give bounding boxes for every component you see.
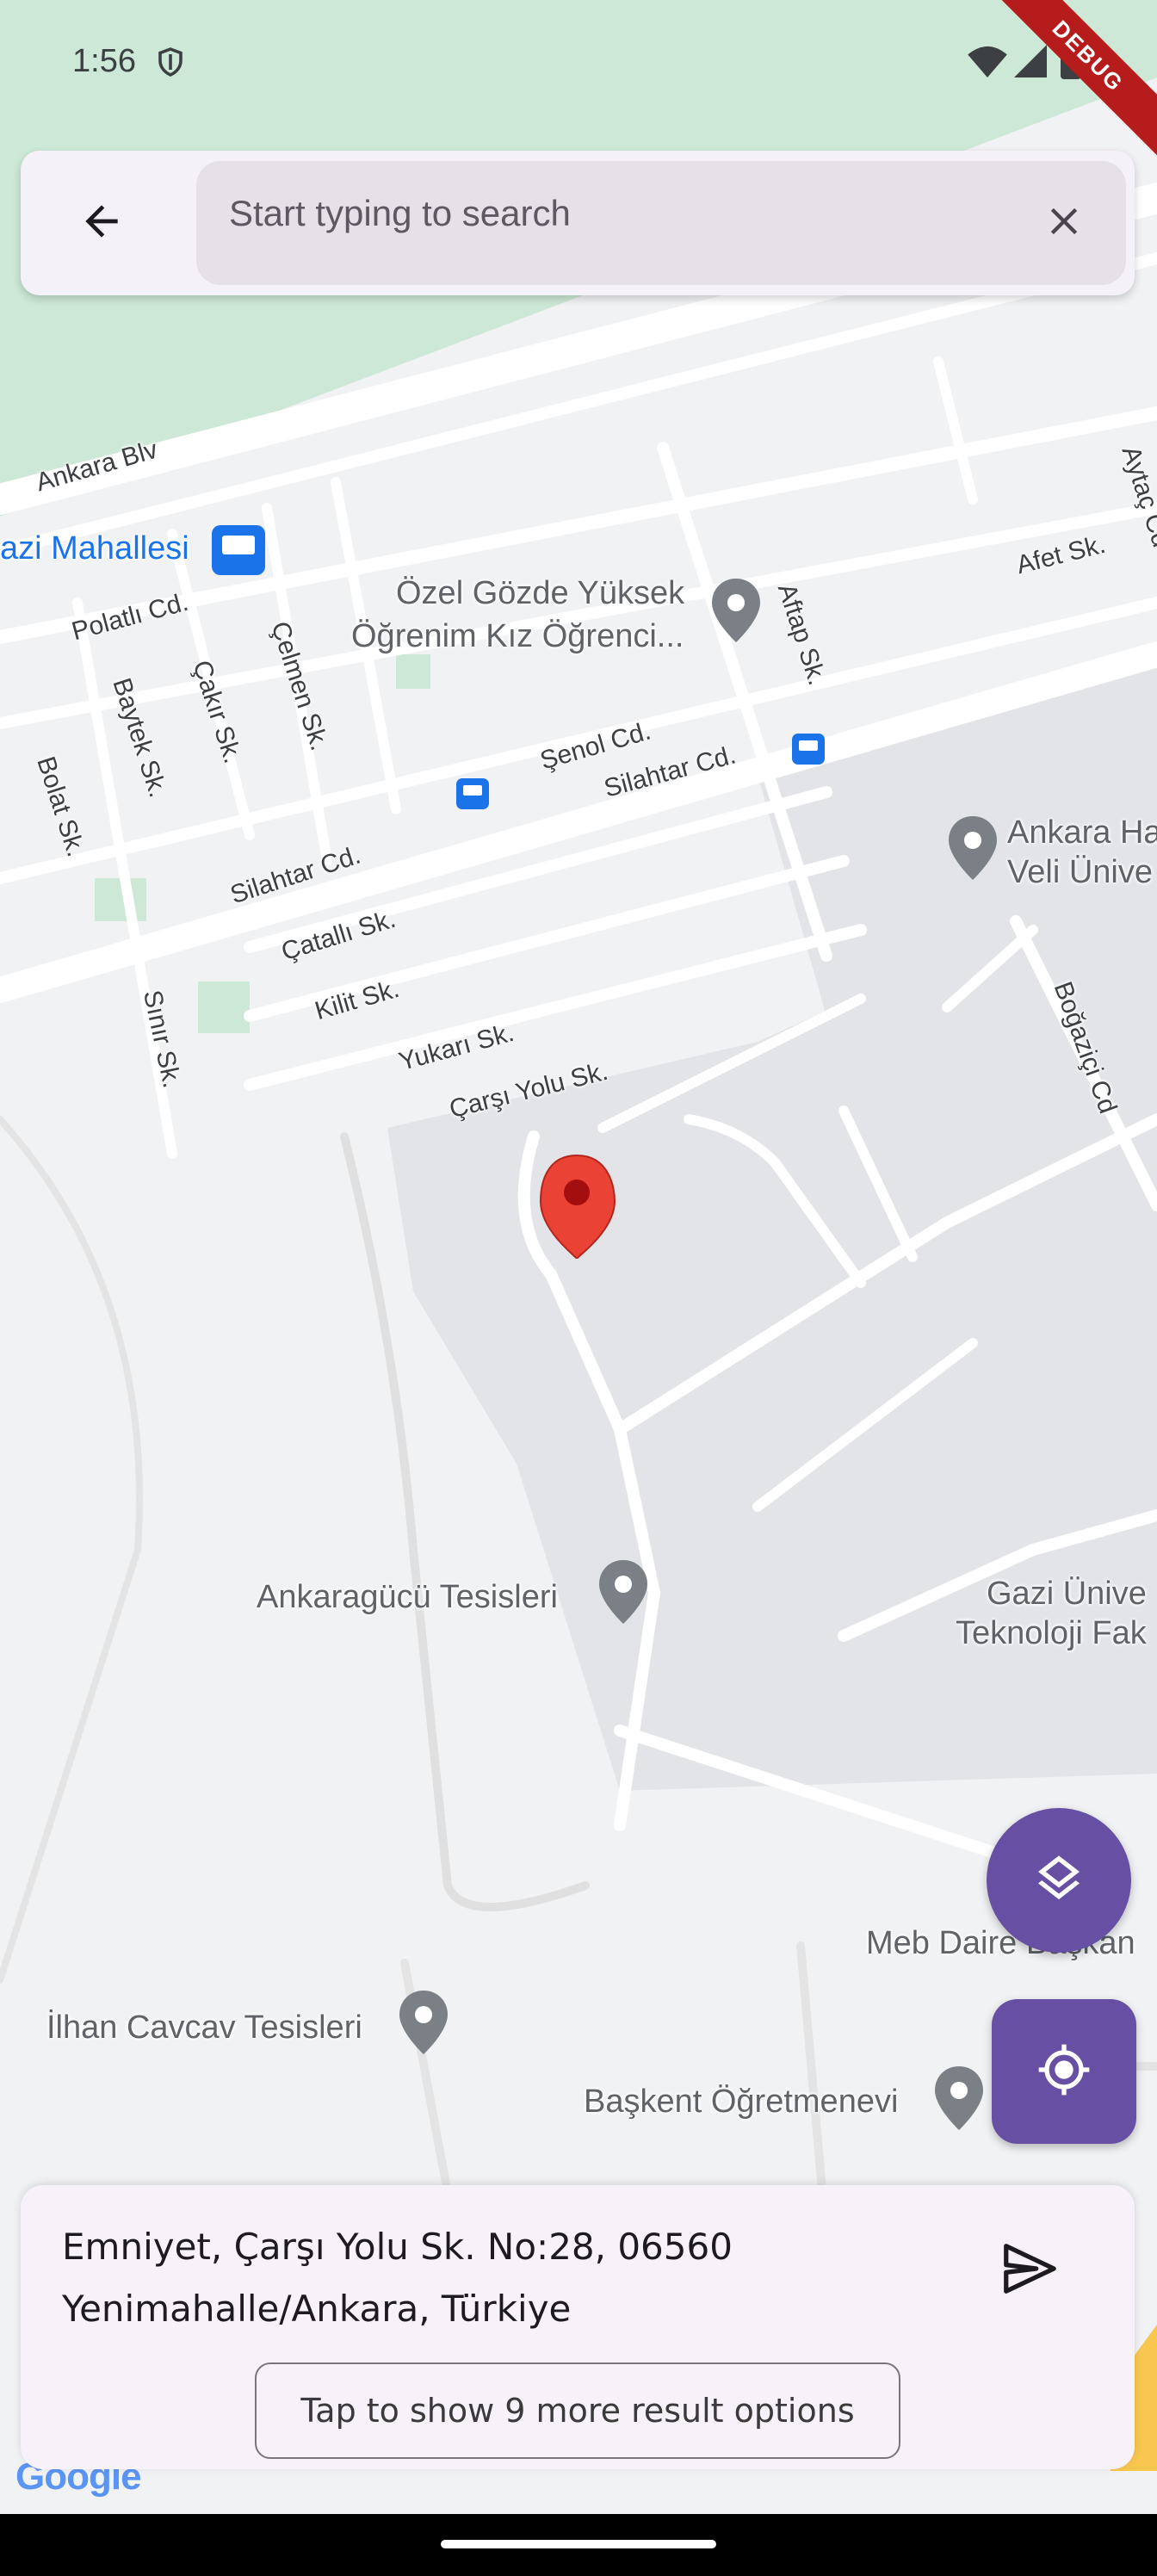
search-input[interactable] bbox=[227, 187, 971, 240]
map-canvas[interactable] bbox=[0, 0, 1157, 2514]
clear-button[interactable] bbox=[1033, 192, 1095, 254]
poi-label[interactable]: İlhan Cavcav Tesisleri bbox=[46, 2009, 362, 2047]
more-results-button[interactable]: Tap to show 9 more result options bbox=[255, 2362, 900, 2459]
poi-label[interactable]: Veli Ünive bbox=[1007, 854, 1153, 891]
poi-label[interactable]: Özel Gözde Yüksek bbox=[396, 575, 684, 612]
poi-label[interactable]: Ankara Ha bbox=[1007, 814, 1157, 851]
wifi-icon bbox=[968, 45, 1007, 82]
status-bar: 1:56 DEBUG bbox=[0, 0, 1157, 163]
poi-label[interactable]: Teknoloji Fak bbox=[956, 1615, 1147, 1652]
back-button[interactable] bbox=[64, 185, 139, 261]
home-indicator[interactable] bbox=[441, 2540, 716, 2548]
address-line: Emniyet, Çarşı Yolu Sk. No:28, 06560 bbox=[62, 2226, 733, 2268]
layers-icon bbox=[1031, 1851, 1086, 1910]
signal-icon bbox=[1014, 45, 1047, 82]
layers-button[interactable] bbox=[987, 1808, 1131, 1953]
address-line: Yenimahalle/Ankara, Türkiye bbox=[62, 2288, 572, 2330]
shield-icon bbox=[155, 45, 186, 84]
map-view[interactable]: Ankara Blv Polatlı Cd. Baytek Sk. Çakır … bbox=[0, 0, 1157, 2514]
arrow-left-icon bbox=[77, 197, 126, 250]
close-icon bbox=[1042, 199, 1086, 248]
send-icon bbox=[999, 2239, 1059, 2303]
search-field[interactable] bbox=[196, 161, 1126, 285]
my-location-icon bbox=[1036, 2042, 1092, 2102]
my-location-button[interactable] bbox=[992, 1999, 1136, 2144]
navigation-bar bbox=[0, 2514, 1157, 2576]
poi-label[interactable]: azi Mahallesi bbox=[0, 530, 189, 567]
status-time: 1:56 bbox=[72, 43, 136, 79]
result-sheet: Emniyet, Çarşı Yolu Sk. No:28, 06560 Yen… bbox=[21, 2185, 1135, 2469]
poi-label[interactable]: Başkent Öğretmenevi bbox=[584, 2084, 898, 2121]
poi-label[interactable]: Öğrenim Kız Öğrenci... bbox=[351, 618, 684, 655]
address-text[interactable]: Emniyet, Çarşı Yolu Sk. No:28, 06560 Yen… bbox=[62, 2216, 923, 2340]
send-button[interactable] bbox=[990, 2232, 1067, 2309]
poi-label[interactable]: Ankaragücü Tesisleri bbox=[257, 1579, 558, 1616]
poi-label[interactable]: Gazi Ünive bbox=[987, 1576, 1147, 1613]
search-bar bbox=[21, 151, 1135, 295]
